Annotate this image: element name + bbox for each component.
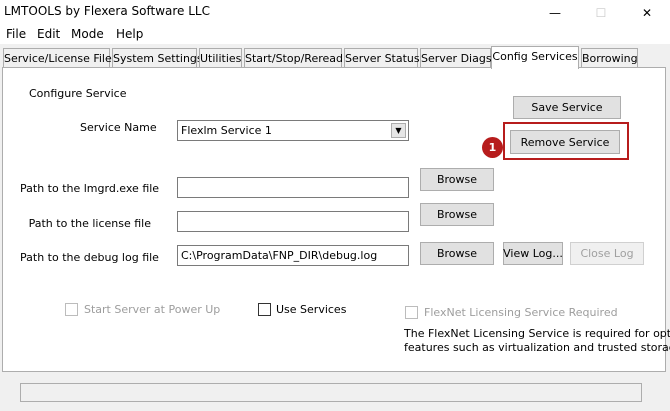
tab-server-status[interactable]: Server Status bbox=[344, 48, 420, 68]
start-server-power-up-label: Start Server at Power Up bbox=[84, 303, 221, 316]
service-name-value: Flexlm Service 1 bbox=[181, 124, 272, 137]
tab-borrowing[interactable]: Borrowing bbox=[581, 48, 638, 68]
tab-start-stop-reread[interactable]: Start/Stop/Reread bbox=[244, 48, 343, 68]
menu-mode[interactable]: Mode bbox=[71, 27, 104, 41]
menu-help[interactable]: Help bbox=[116, 27, 143, 41]
flexnet-required-label: FlexNet Licensing Service Required bbox=[424, 306, 618, 319]
tab-service-license-file[interactable]: Service/License File bbox=[3, 48, 112, 68]
browse-debug-log-button[interactable]: Browse bbox=[420, 242, 494, 265]
browse-license-button[interactable]: Browse bbox=[420, 203, 494, 226]
title-bar: LMTOOLS by Flexera Software LLC — ☐ ✕ bbox=[0, 0, 670, 25]
lmgrd-path-label: Path to the lmgrd.exe file bbox=[20, 182, 160, 195]
flexnet-note-line1: The FlexNet Licensing Service is require… bbox=[404, 327, 670, 340]
tab-strip: Service/License File System Settings Uti… bbox=[0, 46, 670, 69]
tab-system-settings[interactable]: System Settings bbox=[112, 48, 203, 68]
service-name-label: Service Name bbox=[80, 121, 157, 134]
flexnet-required-checkbox[interactable] bbox=[405, 306, 418, 319]
close-log-button[interactable]: Close Log bbox=[570, 242, 644, 265]
menu-bar: File Edit Mode Help bbox=[0, 25, 670, 44]
menu-edit[interactable]: Edit bbox=[37, 27, 60, 41]
chevron-down-icon[interactable]: ▼ bbox=[391, 123, 406, 138]
remove-service-highlight bbox=[503, 122, 629, 160]
close-button[interactable]: ✕ bbox=[624, 0, 670, 25]
step-badge: 1 bbox=[482, 137, 503, 158]
start-server-power-up-checkbox[interactable] bbox=[65, 303, 78, 316]
browse-lmgrd-button[interactable]: Browse bbox=[420, 168, 494, 191]
license-path-label: Path to the license file bbox=[28, 217, 151, 230]
debug-log-path-input[interactable]: C:\ProgramData\FNP_DIR\debug.log bbox=[177, 245, 409, 266]
use-services-checkbox[interactable] bbox=[258, 303, 271, 316]
lmgrd-path-input[interactable] bbox=[177, 177, 409, 198]
minimize-button[interactable]: — bbox=[532, 0, 578, 25]
status-bar bbox=[20, 383, 642, 402]
tab-server-diags[interactable]: Server Diags bbox=[420, 48, 492, 68]
menu-file[interactable]: File bbox=[6, 27, 26, 41]
configure-service-label: Configure Service bbox=[29, 87, 127, 100]
lmtools-window: LMTOOLS by Flexera Software LLC — ☐ ✕ Fi… bbox=[0, 0, 670, 411]
tab-config-services[interactable]: Config Services bbox=[491, 46, 579, 69]
license-path-input[interactable] bbox=[177, 211, 409, 232]
service-name-select[interactable]: Flexlm Service 1 ▼ bbox=[177, 120, 409, 141]
maximize-button[interactable]: ☐ bbox=[578, 0, 624, 25]
save-service-button[interactable]: Save Service bbox=[513, 96, 621, 119]
debug-log-path-label: Path to the debug log file bbox=[20, 251, 159, 264]
use-services-label: Use Services bbox=[276, 303, 347, 316]
tab-utilities[interactable]: Utilities bbox=[199, 48, 242, 68]
view-log-button[interactable]: View Log... bbox=[503, 242, 563, 265]
window-title: LMTOOLS by Flexera Software LLC bbox=[4, 4, 210, 18]
flexnet-note-line2: features such as virtualization and trus… bbox=[404, 341, 670, 354]
